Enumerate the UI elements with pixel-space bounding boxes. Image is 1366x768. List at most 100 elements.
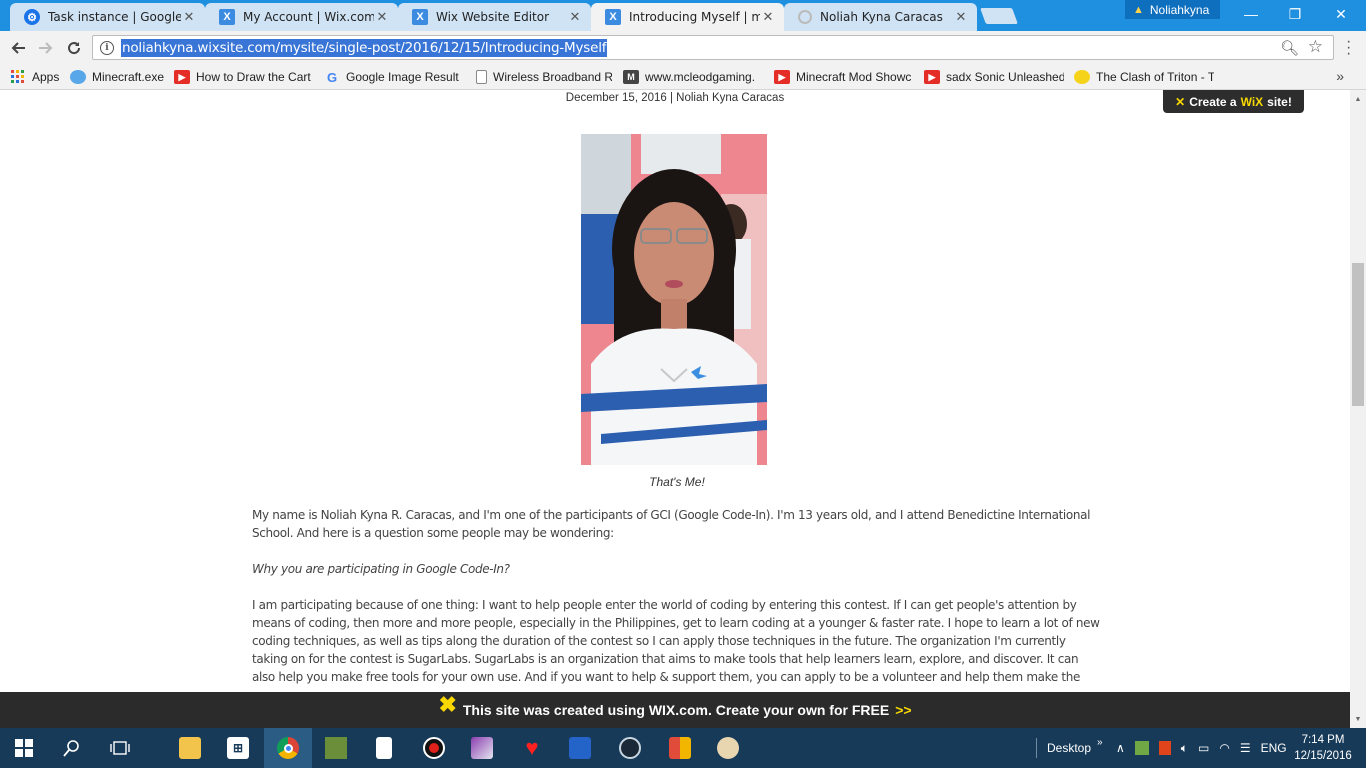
info-icon[interactable]: i: [100, 41, 114, 55]
tab-title: Task instance | Google Co: [48, 10, 181, 24]
tray-shield-icon[interactable]: [1158, 741, 1171, 755]
tray-app-icon[interactable]: [1134, 741, 1149, 755]
notifications-icon[interactable]: ☰: [1240, 741, 1251, 755]
windows-logo-icon: [15, 739, 33, 757]
wix-banner-text: This site was created using WIX.com. Cre…: [462, 702, 890, 718]
taskbar-app-grid[interactable]: [656, 728, 704, 768]
forward-button[interactable]: [34, 36, 58, 60]
taskbar-sonic-app[interactable]: [556, 728, 604, 768]
task-view-icon: [110, 741, 130, 755]
bookmark-minecraft-mod[interactable]: ▶ Minecraft Mod Showc: [774, 68, 914, 86]
reload-icon: [68, 42, 81, 55]
taskbar-store[interactable]: ⊞: [214, 728, 262, 768]
taskbar-notepad[interactable]: [360, 728, 408, 768]
minimize-button[interactable]: —: [1228, 0, 1274, 28]
bookmark-label: www.mcleodgaming.: [645, 70, 756, 84]
create-wix-site-badge[interactable]: ✕ Create a WiX site!: [1163, 90, 1304, 113]
url-text[interactable]: noliahkyna.wixsite.com/mysite/single-pos…: [121, 39, 608, 57]
taskbar-steam[interactable]: [606, 728, 654, 768]
taskbar-minecraft[interactable]: [312, 728, 360, 768]
profile-button[interactable]: ▲ Noliahkyna: [1125, 0, 1220, 19]
bookmark-wireless-broadband[interactable]: Wireless Broadband R: [476, 68, 612, 86]
bookmark-apps[interactable]: Apps: [10, 68, 68, 86]
taskbar-image-app[interactable]: [458, 728, 506, 768]
wix-logo-icon: ✖: [438, 692, 457, 717]
clock-time: 7:14 PM: [1301, 734, 1345, 746]
badge-brand: WiX: [1240, 94, 1264, 109]
wix-logo-icon: ✕: [1175, 94, 1186, 109]
windows-taskbar: ⊞ ♥ Desktop » ∧ 🔈︎ ▭ ◠ ☰ ENG 7:14 PM 12/…: [0, 728, 1366, 768]
scroll-down-icon[interactable]: ▼: [1350, 712, 1366, 726]
back-button[interactable]: [6, 36, 30, 60]
new-tab-button[interactable]: [980, 8, 1018, 24]
bookmark-label: Minecraft.exe: [92, 70, 165, 84]
tab-noliah-kyna[interactable]: Noliah Kyna Caracas ✕: [784, 3, 977, 31]
post-meta: December 15, 2016 | Noliah Kyna Caracas: [565, 92, 785, 104]
taskbar-paint[interactable]: [704, 728, 752, 768]
more-bookmarks-icon[interactable]: »: [1336, 68, 1344, 84]
desktop-toolbar[interactable]: Desktop »: [1036, 728, 1103, 768]
tab-title: Introducing Myself | mys: [629, 10, 760, 24]
taskbar-chrome[interactable]: [264, 728, 312, 768]
zoom-icon[interactable]: 🔍︎: [1280, 39, 1299, 57]
document-icon: [376, 737, 392, 759]
power-icon[interactable]: ▭: [1198, 741, 1209, 755]
bookmark-label: Google Image Result f: [346, 70, 462, 84]
bookmark-label: Minecraft Mod Showc: [796, 70, 912, 84]
language-indicator[interactable]: ENG: [1261, 741, 1287, 755]
search-button[interactable]: [48, 728, 96, 768]
bookmark-label: The Clash of Triton - T: [1096, 70, 1214, 84]
color-grid-icon: [669, 737, 691, 759]
close-icon[interactable]: ✕: [374, 9, 390, 25]
taskbar-file-explorer[interactable]: [166, 728, 214, 768]
scroll-thumb[interactable]: [1352, 263, 1364, 406]
close-icon[interactable]: ✕: [181, 9, 197, 25]
wix-banner-arrows: >>: [895, 702, 912, 718]
page-scrollbar[interactable]: ▲ ▼: [1350, 90, 1366, 728]
tab-introducing-myself[interactable]: X Introducing Myself | mys ✕: [591, 3, 784, 31]
clock-date: 12/15/2016: [1294, 750, 1352, 762]
taskbar-recorder[interactable]: [410, 728, 458, 768]
volume-icon[interactable]: 🔈︎: [1181, 741, 1188, 756]
wifi-icon[interactable]: ◠: [1219, 741, 1229, 755]
bookmark-mcleodgaming[interactable]: M www.mcleodgaming.: [623, 68, 763, 86]
address-bar[interactable]: i noliahkyna.wixsite.com/mysite/single-p…: [92, 35, 1334, 60]
tab-title: My Account | Wix.com: [243, 10, 374, 24]
google-icon: G: [326, 69, 338, 85]
gear-icon: ⚙: [24, 9, 40, 25]
bookmark-how-to-draw[interactable]: ▶ How to Draw the Cart: [174, 68, 314, 86]
taskbar-clock[interactable]: 7:14 PM 12/15/2016: [1290, 732, 1356, 764]
taskbar-heart-app[interactable]: ♥: [508, 728, 556, 768]
close-window-button[interactable]: ✕: [1318, 0, 1364, 28]
tab-task-instance[interactable]: ⚙ Task instance | Google Co ✕: [10, 3, 205, 31]
folder-icon: [179, 737, 201, 759]
bookmark-clash-of-triton[interactable]: The Clash of Triton - T: [1074, 68, 1214, 86]
wix-icon: X: [605, 9, 621, 25]
bookmark-label: Wireless Broadband R: [493, 70, 612, 84]
close-icon[interactable]: ✕: [567, 9, 583, 25]
bookmark-star-icon[interactable]: ☆: [1308, 37, 1323, 57]
page-icon: [476, 70, 487, 84]
task-view-button[interactable]: [96, 728, 144, 768]
tab-my-account[interactable]: X My Account | Wix.com ✕: [205, 3, 398, 31]
close-icon[interactable]: ✕: [953, 9, 969, 25]
bookmark-sadx-sonic[interactable]: ▶ sadx Sonic Unleashed: [924, 68, 1064, 86]
bookmark-google-image[interactable]: G Google Image Result f: [324, 68, 462, 86]
bookmarks-bar: Apps Minecraft.exe ▶ How to Draw the Car…: [0, 64, 1366, 90]
bookmark-minecraft-exe[interactable]: Minecraft.exe: [70, 68, 168, 86]
heart-icon: ♥: [525, 735, 539, 760]
show-hidden-icons-chevron-icon[interactable]: ∧: [1116, 741, 1125, 755]
wix-promo-banner[interactable]: ✖ This site was created using WIX.com. C…: [0, 692, 1350, 728]
menu-dots-icon[interactable]: · · ·: [1346, 34, 1351, 62]
image-app-icon: [471, 737, 493, 759]
author-photo[interactable]: [581, 134, 767, 465]
tab-wix-editor[interactable]: X Wix Website Editor ✕: [398, 3, 591, 31]
close-icon[interactable]: ✕: [760, 9, 776, 25]
restore-button[interactable]: ❐: [1272, 0, 1318, 28]
badge-suffix: site!: [1267, 94, 1292, 109]
tab-strip: ⚙ Task instance | Google Co ✕ X My Accou…: [0, 0, 1366, 31]
wix-icon: X: [412, 9, 428, 25]
scroll-up-icon[interactable]: ▲: [1350, 92, 1366, 106]
start-button[interactable]: [0, 728, 48, 768]
reload-button[interactable]: [62, 36, 86, 60]
